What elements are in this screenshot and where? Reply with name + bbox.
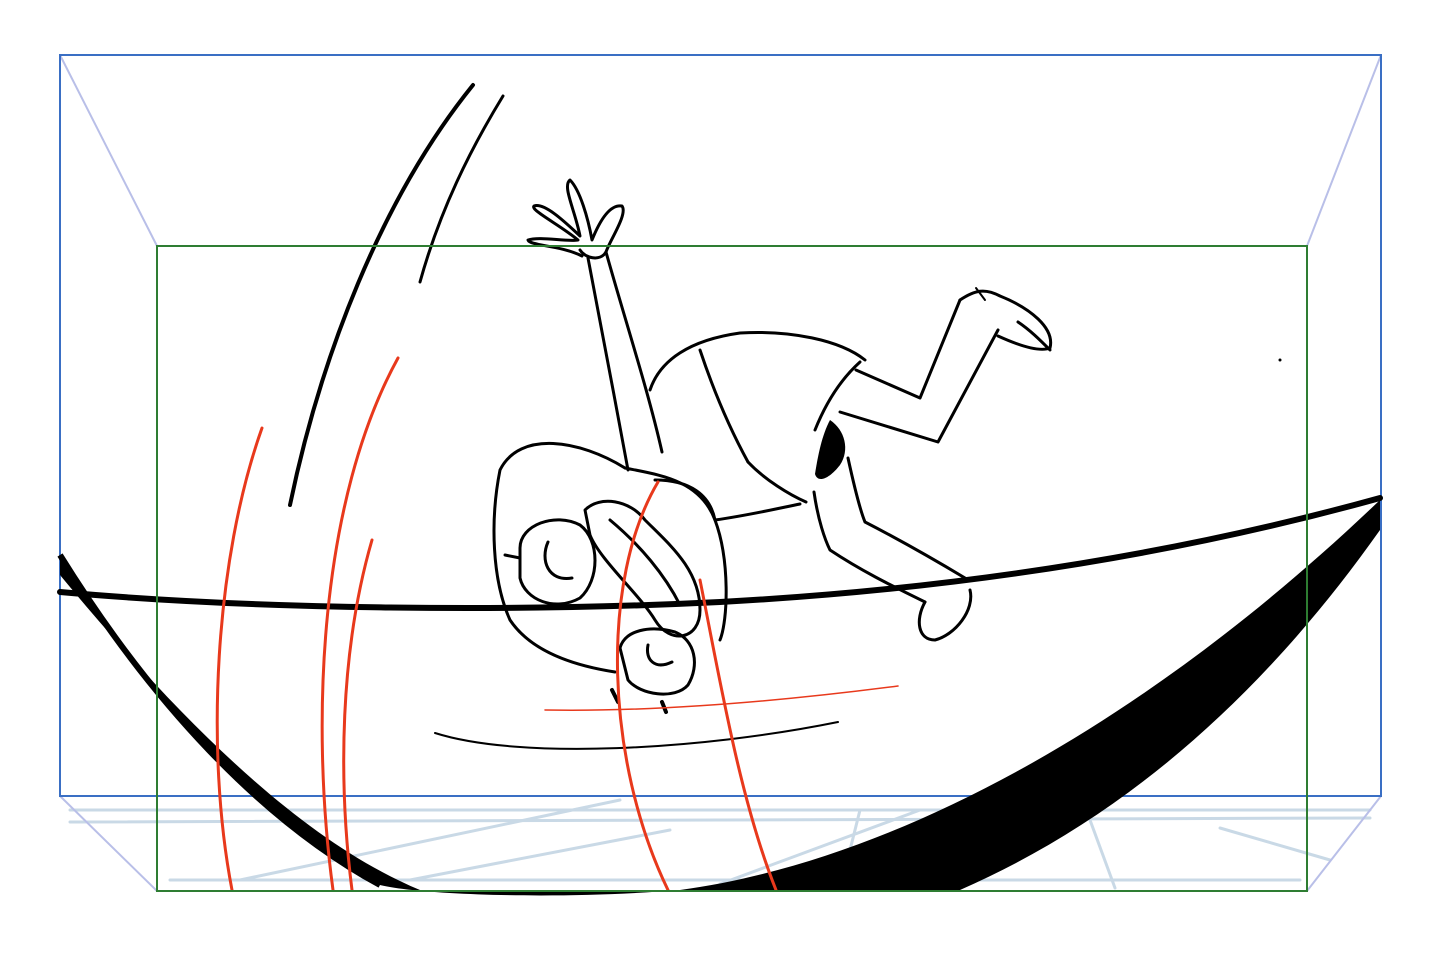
ground-shadow: [57, 500, 1380, 896]
tightrope: [57, 495, 1383, 611]
camera-frame-outer: [59, 54, 1382, 892]
storyboard-panel: [0, 0, 1440, 958]
floor-grid: [68, 798, 1372, 892]
character-sketch: [492, 178, 1053, 714]
storyboard-drawing: [57, 54, 1383, 896]
ink-dot: [1278, 358, 1282, 362]
camera-frame-inner: [156, 245, 1308, 892]
